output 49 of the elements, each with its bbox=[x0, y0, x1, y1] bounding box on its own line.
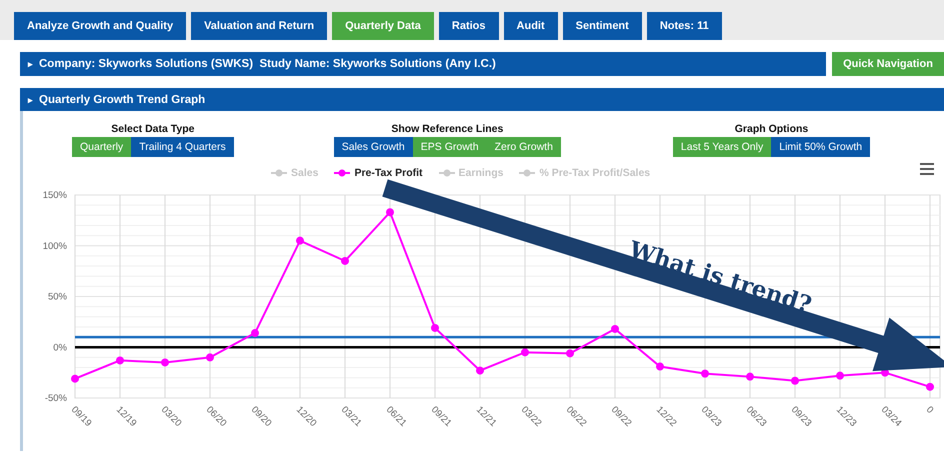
tab[interactable]: Audit bbox=[504, 12, 558, 40]
company-title: Company: Skyworks Solutions (SWKS) Study Name: Skyworks Solutions (Any I.C.) bbox=[39, 58, 496, 70]
tab[interactable]: Notes: 11 bbox=[646, 12, 722, 40]
option-button[interactable]: Trailing 4 Quarters bbox=[131, 137, 234, 157]
legend-marker-icon bbox=[519, 169, 536, 177]
tab[interactable]: Valuation and Return bbox=[191, 12, 328, 40]
data-point bbox=[71, 374, 79, 383]
data-point bbox=[476, 366, 484, 375]
company-bar[interactable]: ▸ Company: Skyworks Solutions (SWKS) Study Name: Skyworks Solutions (Any I.C.) bbox=[20, 52, 826, 76]
expand-arrow: ▸ bbox=[28, 59, 33, 69]
graph-header[interactable]: ▸ Quarterly Growth Trend Graph bbox=[20, 88, 944, 111]
y-axis-label: 0% bbox=[53, 342, 67, 354]
y-axis-label: -50% bbox=[44, 393, 67, 404]
data-point bbox=[161, 358, 169, 366]
data-point bbox=[656, 362, 664, 371]
tab[interactable]: Sentiment bbox=[562, 12, 642, 40]
data-point bbox=[206, 353, 214, 362]
graph-title: Quarterly Growth Trend Graph bbox=[39, 94, 206, 106]
data-point bbox=[521, 348, 529, 356]
tab[interactable]: Analyze Growth and Quality bbox=[14, 12, 186, 40]
data-point bbox=[746, 372, 754, 381]
legend-marker-icon bbox=[271, 169, 287, 177]
y-axis-label: 50% bbox=[48, 292, 67, 302]
data-point bbox=[836, 372, 844, 380]
legend-item[interactable]: Pre-Tax Profit bbox=[334, 167, 423, 179]
y-axis-label: 100% bbox=[42, 240, 67, 252]
data-point bbox=[386, 208, 394, 216]
expand-arrow: ▸ bbox=[28, 94, 33, 104]
data-point bbox=[296, 236, 304, 245]
group-title: Select Data Type bbox=[111, 123, 194, 135]
data-point bbox=[116, 356, 124, 364]
legend-marker-icon bbox=[438, 169, 455, 177]
y-axis-label: 150% bbox=[42, 190, 67, 201]
data-point bbox=[431, 324, 439, 332]
data-point bbox=[611, 324, 619, 333]
data-point bbox=[341, 256, 349, 265]
group-title: Graph Options bbox=[734, 123, 808, 135]
data-point bbox=[791, 376, 799, 385]
option-button[interactable]: Sales Growth bbox=[334, 137, 413, 157]
menu-icon[interactable] bbox=[920, 163, 934, 175]
tab[interactable]: Ratios bbox=[438, 12, 499, 40]
data-point bbox=[566, 349, 574, 358]
group-title: Show Reference Lines bbox=[391, 123, 504, 135]
data-point bbox=[701, 370, 709, 378]
x-axis-label: 0 bbox=[924, 404, 936, 416]
data-point bbox=[251, 329, 259, 338]
legend-marker-icon bbox=[334, 169, 350, 177]
data-point bbox=[926, 382, 934, 391]
option-button[interactable]: Limit 50% Growth bbox=[771, 137, 870, 157]
